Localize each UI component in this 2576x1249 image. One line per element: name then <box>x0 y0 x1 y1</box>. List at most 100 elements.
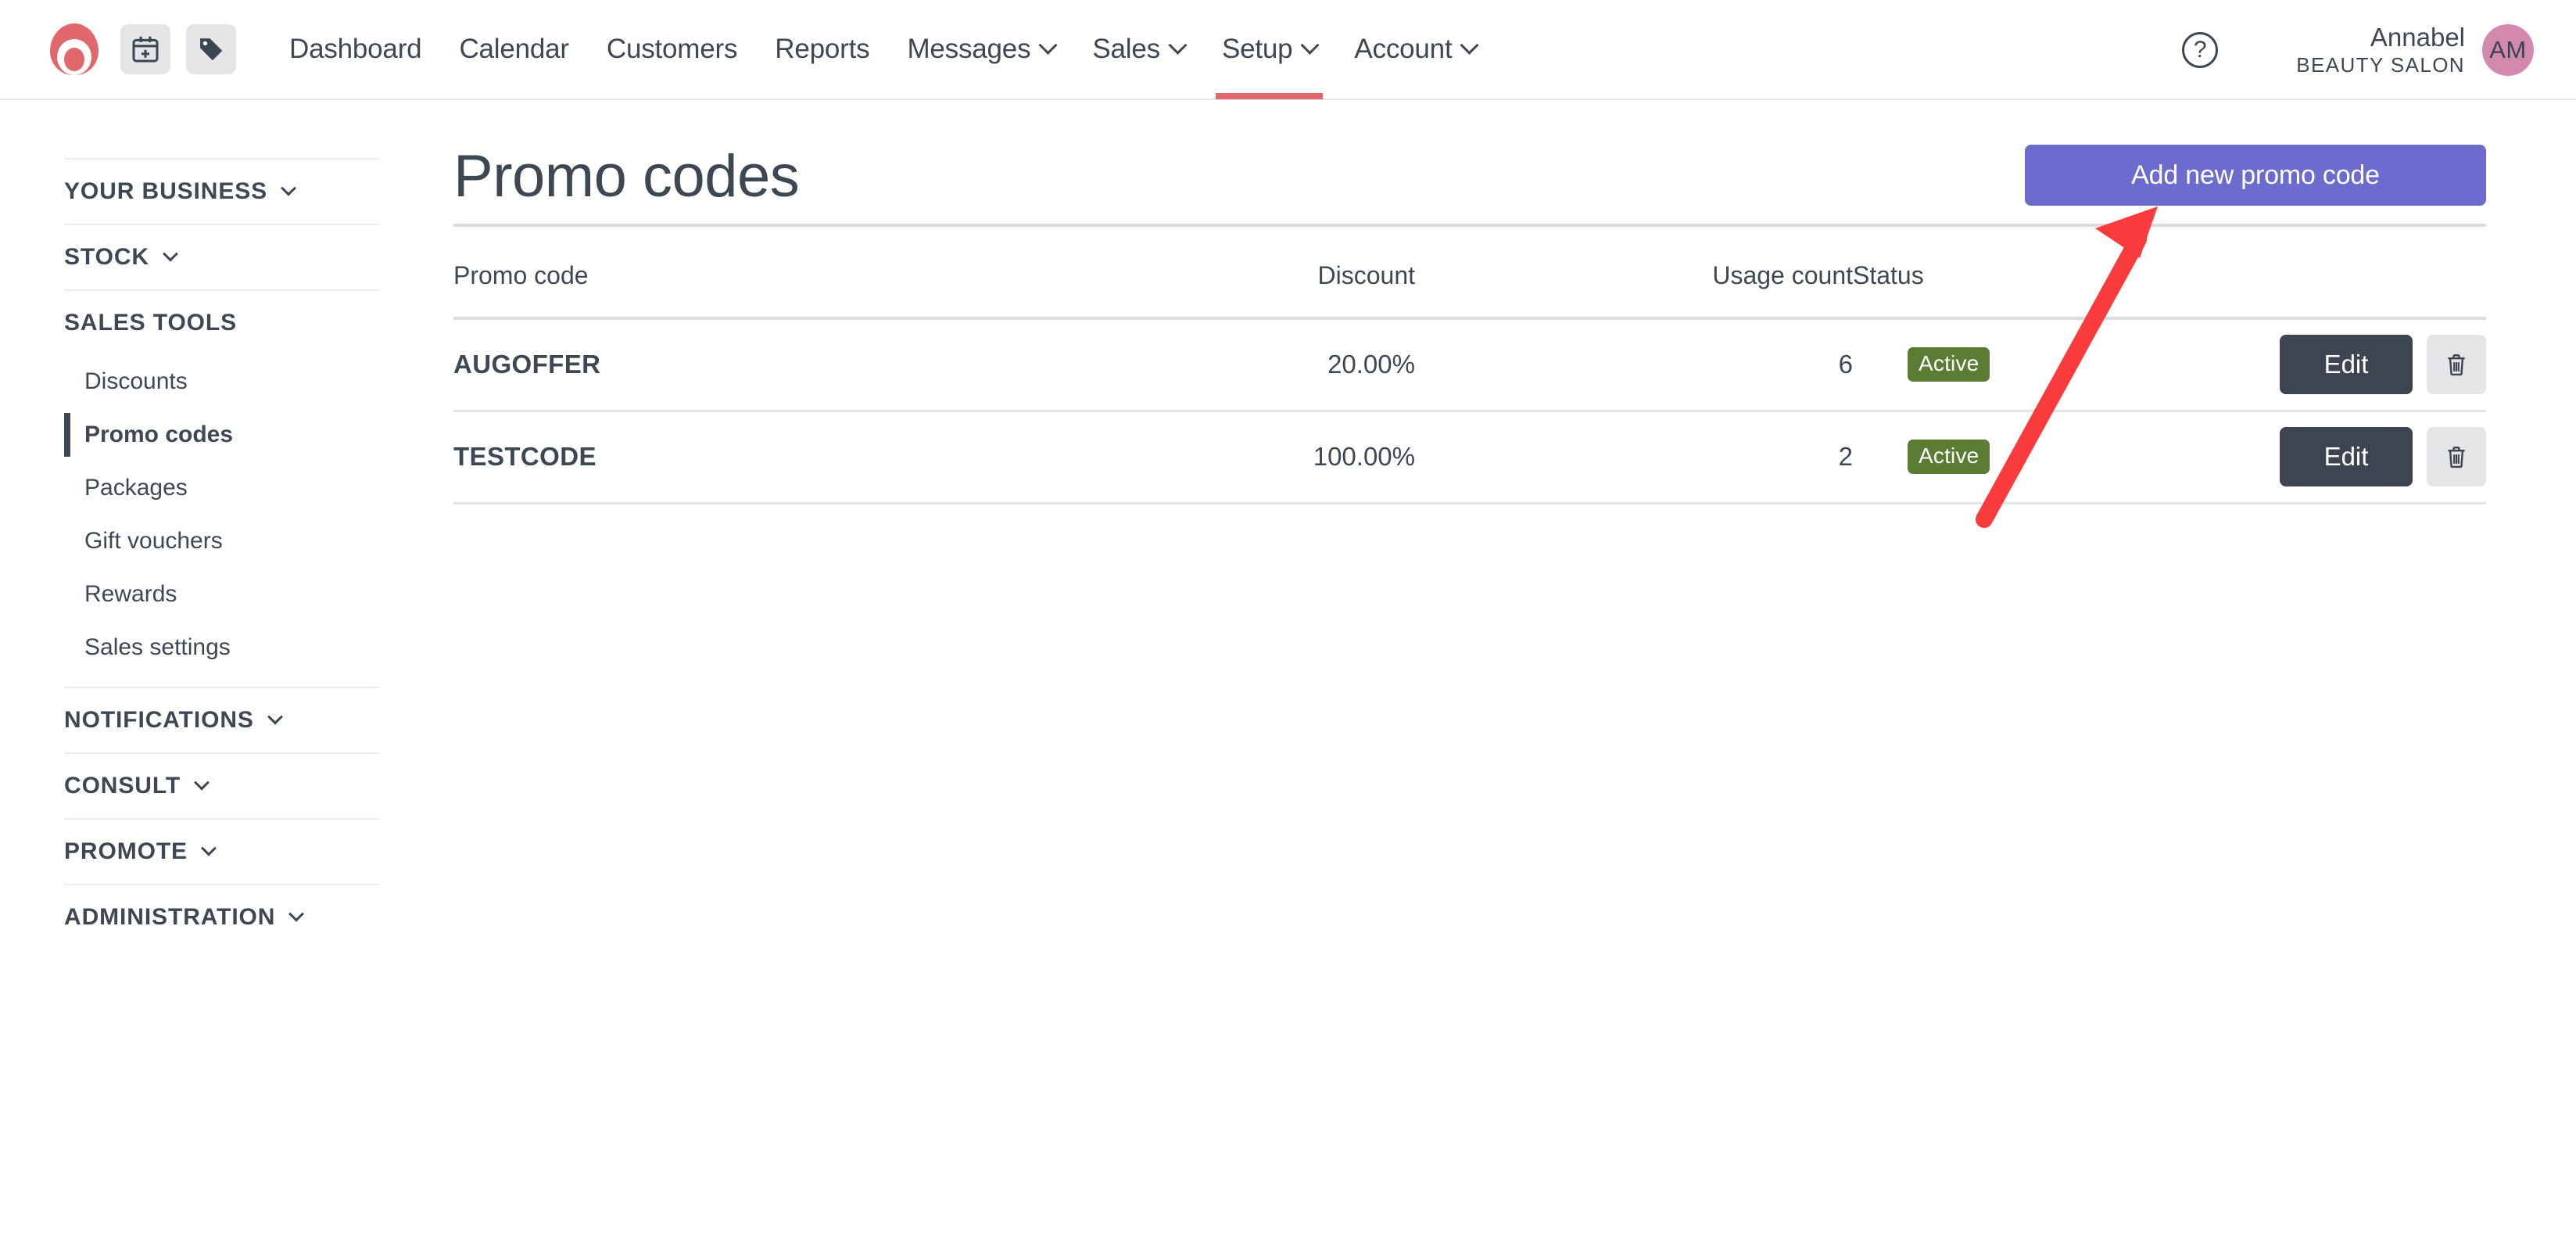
nav-label: Reports <box>775 34 870 64</box>
sidebar-item-label: Sales settings <box>84 634 231 660</box>
cell-actions: Edit <box>2080 318 2486 412</box>
column-header-promo-code: Promo code <box>453 242 1079 320</box>
sidebar-item-promo-codes[interactable]: Promo codes <box>0 408 453 461</box>
avatar: AM <box>2482 23 2534 76</box>
sidebar-group-label: SALES TOOLS <box>64 310 238 336</box>
nav-item-sales[interactable]: Sales <box>1073 0 1203 99</box>
nav-label: Messages <box>907 34 1031 64</box>
sidebar-group-label: YOUR BUSINESS <box>64 178 268 204</box>
column-header-discount: Discount <box>1079 242 1415 320</box>
sidebar-group-label: STOCK <box>64 244 149 270</box>
nav-label: Dashboard <box>289 34 422 64</box>
cell-status: Active <box>1853 318 2080 412</box>
nav-item-customers[interactable]: Customers <box>588 0 756 99</box>
sidebar-group-stock[interactable]: STOCK <box>64 224 379 289</box>
sidebar-group-consult[interactable]: CONSULT <box>64 752 379 818</box>
chevron-down-icon <box>194 774 210 791</box>
table-row: TESTCODE 100.00% 2 Active Edit <box>453 411 2486 504</box>
sidebar-item-packages[interactable]: Packages <box>0 461 453 515</box>
nav-label: Customers <box>606 34 738 64</box>
table-body: AUGOFFER 20.00% 6 Active Edit TESTCODE 1… <box>453 318 2486 504</box>
trash-icon <box>2448 447 2465 468</box>
main-content: Promo codes Add new promo code Promo cod… <box>453 102 2576 1249</box>
column-header-actions <box>2080 242 2486 320</box>
cell-status: Active <box>1853 411 2080 504</box>
nav-item-calendar[interactable]: Calendar <box>440 0 587 99</box>
edit-button[interactable]: Edit <box>2280 427 2413 486</box>
cell-actions: Edit <box>2080 411 2486 504</box>
chevron-down-icon <box>163 246 178 262</box>
user-text: Annabel BEAUTY SALON <box>2296 23 2465 77</box>
active-tab-indicator <box>1215 93 1324 99</box>
promo-codes-table: Promo code Discount Usage count Status A… <box>453 242 2486 504</box>
top-bar-right: ? Annabel BEAUTY SALON AM <box>2182 0 2576 100</box>
page-header: Promo codes Add new promo code <box>453 102 2486 242</box>
sidebar-item-label: Rewards <box>84 581 177 607</box>
cell-usage-count: 6 <box>1415 318 1853 412</box>
chevron-down-icon <box>201 840 217 856</box>
chevron-down-icon <box>281 180 296 196</box>
sidebar-item-label: Gift vouchers <box>84 528 223 554</box>
tag-icon <box>200 38 223 61</box>
sidebar: YOUR BUSINESS STOCK SALES TOOLS Discount… <box>0 102 453 1249</box>
column-header-status: Status <box>1853 242 2080 320</box>
sidebar-group-promote[interactable]: PROMOTE <box>64 818 379 884</box>
sidebar-group-sales-tools[interactable]: SALES TOOLS <box>64 289 379 355</box>
table-row: AUGOFFER 20.00% 6 Active Edit <box>453 318 2486 412</box>
nav-label: Setup <box>1221 34 1293 64</box>
trash-icon <box>2448 354 2465 376</box>
sidebar-group-administration[interactable]: ADMINISTRATION <box>64 884 379 949</box>
calendar-plus-icon <box>132 36 159 63</box>
sidebar-group-label: NOTIFICATIONS <box>64 707 254 733</box>
chevron-down-icon <box>1038 35 1058 55</box>
nav-item-dashboard[interactable]: Dashboard <box>270 0 440 99</box>
cell-usage-count: 2 <box>1415 411 1853 504</box>
cell-promo-code: TESTCODE <box>453 411 1079 504</box>
chevron-down-icon <box>1300 35 1320 55</box>
sidebar-item-label: Packages <box>84 475 188 501</box>
top-navigation-bar: Dashboard Calendar Customers Reports Mes… <box>0 0 2576 100</box>
main-nav: Dashboard Calendar Customers Reports Mes… <box>270 0 1495 99</box>
status-badge: Active <box>1908 347 1990 382</box>
sidebar-item-sales-settings[interactable]: Sales settings <box>0 621 453 674</box>
nav-item-account[interactable]: Account <box>1335 0 1495 99</box>
user-menu[interactable]: Annabel BEAUTY SALON AM <box>2296 23 2534 77</box>
nav-label: Account <box>1354 34 1453 64</box>
sidebar-item-rewards[interactable]: Rewards <box>0 568 453 621</box>
nav-item-messages[interactable]: Messages <box>888 0 1073 99</box>
nav-item-setup[interactable]: Setup <box>1203 0 1335 99</box>
add-new-promo-code-button[interactable]: Add new promo code <box>2025 145 2486 206</box>
cell-discount: 100.00% <box>1079 411 1415 504</box>
header-divider <box>453 224 2486 227</box>
logo-circle-icon <box>47 22 102 77</box>
column-header-usage-count: Usage count <box>1415 242 1853 320</box>
table-header-row: Promo code Discount Usage count Status <box>453 242 2486 320</box>
cell-promo-code: AUGOFFER <box>453 318 1079 412</box>
new-appointment-button[interactable] <box>120 24 170 74</box>
chevron-down-icon <box>1168 35 1188 55</box>
sidebar-item-label: Discounts <box>84 368 188 394</box>
chevron-down-icon <box>288 906 305 922</box>
delete-button[interactable] <box>2427 335 2486 395</box>
edit-button[interactable]: Edit <box>2280 335 2413 395</box>
page-title: Promo codes <box>453 143 800 210</box>
sidebar-item-label: Promo codes <box>84 422 234 447</box>
sidebar-item-gift-vouchers[interactable]: Gift vouchers <box>0 515 453 568</box>
chevron-down-icon <box>267 709 283 725</box>
user-name: Annabel <box>2370 23 2465 52</box>
new-sale-button[interactable] <box>186 24 236 74</box>
sidebar-item-discounts[interactable]: Discounts <box>0 355 453 408</box>
help-icon[interactable]: ? <box>2182 32 2219 68</box>
sidebar-group-label: ADMINISTRATION <box>64 904 276 930</box>
nav-label: Sales <box>1092 34 1160 64</box>
table-head: Promo code Discount Usage count Status <box>453 242 2486 320</box>
nav-label: Calendar <box>459 34 569 64</box>
sidebar-group-your-business[interactable]: YOUR BUSINESS <box>64 158 379 224</box>
nav-item-reports[interactable]: Reports <box>756 0 888 99</box>
sidebar-group-notifications[interactable]: NOTIFICATIONS <box>64 687 379 752</box>
chevron-down-icon <box>1460 35 1480 55</box>
help-glyph: ? <box>2193 37 2207 63</box>
app-logo[interactable] <box>44 19 105 80</box>
delete-button[interactable] <box>2427 427 2486 486</box>
